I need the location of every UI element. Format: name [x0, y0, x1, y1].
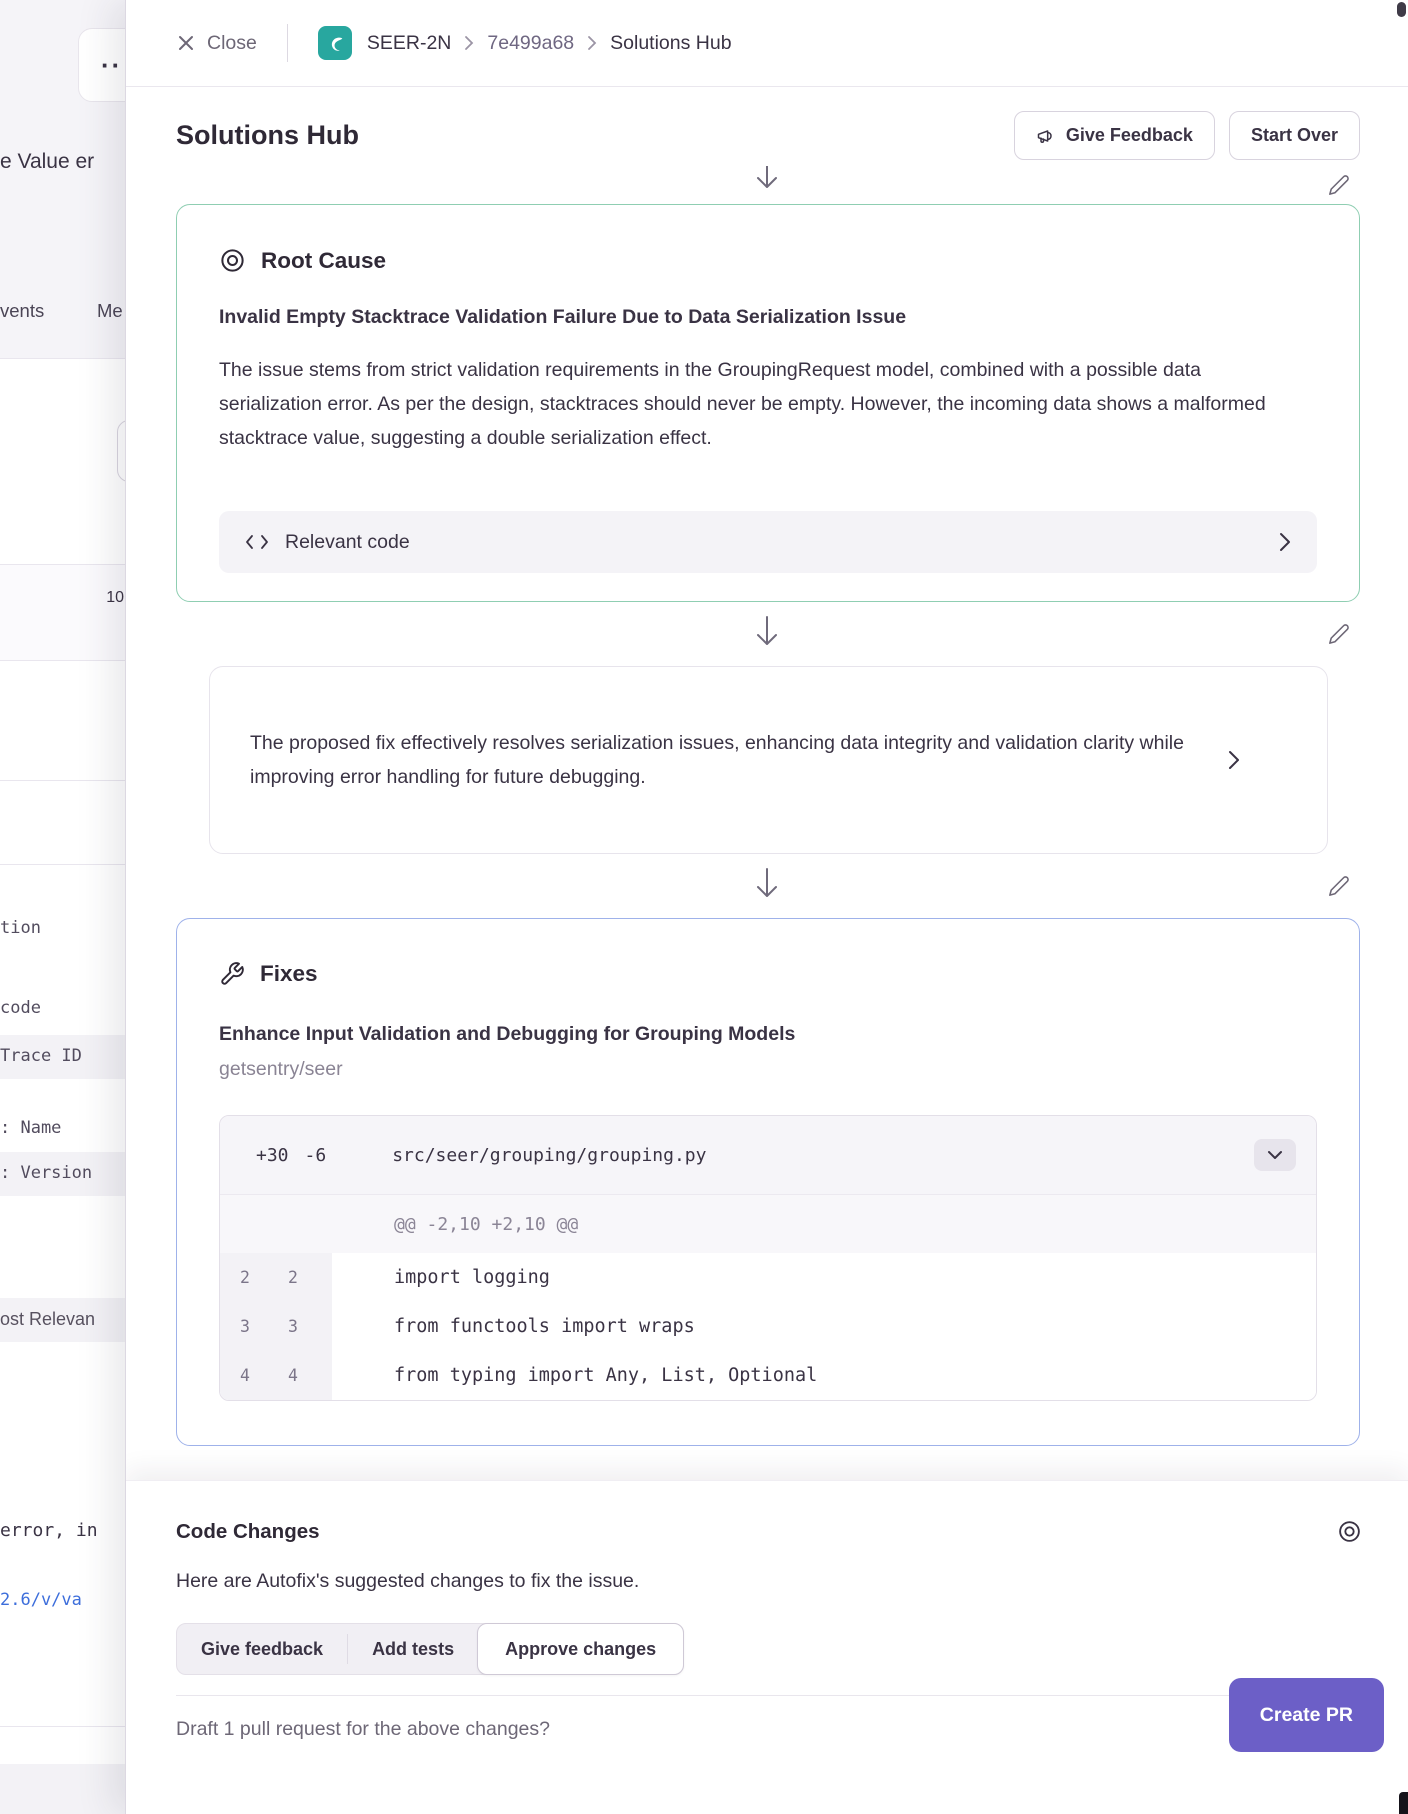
create-pr-button[interactable]: Create PR	[1229, 1678, 1384, 1752]
target-icon[interactable]	[1337, 1519, 1362, 1544]
chevron-down-icon	[1267, 1150, 1283, 1160]
diff-file-header: +30 -6 src/seer/grouping/grouping.py	[220, 1116, 1316, 1194]
arrow-down-icon	[754, 615, 780, 653]
close-icon	[176, 33, 196, 53]
insight-card[interactable]: The proposed fix effectively resolves se…	[209, 666, 1328, 854]
diff-filename: src/seer/grouping/grouping.py	[392, 1145, 706, 1166]
give-feedback-segment[interactable]: Give feedback	[177, 1624, 347, 1674]
seer-project-icon	[318, 26, 352, 60]
section-label-fragment: ost Relevan	[0, 1309, 95, 1330]
start-over-button[interactable]: Start Over	[1229, 111, 1360, 160]
code-changes-title: Code Changes	[176, 1520, 1337, 1544]
target-icon	[219, 247, 246, 274]
more-icon: ··	[101, 50, 122, 81]
chevron-right-icon	[587, 35, 597, 51]
start-over-label: Start Over	[1251, 125, 1338, 146]
breadcrumb-short-id[interactable]: 7e499a68	[487, 32, 574, 55]
fix-headline: Enhance Input Validation and Debugging f…	[219, 1023, 1317, 1046]
background-page: ·· e Value er vents Me 10 tion code Trac…	[0, 0, 126, 1814]
diff-deletions: -6	[305, 1145, 327, 1166]
diff-additions: +30	[256, 1145, 289, 1166]
relevant-code-label: Relevant code	[285, 531, 410, 554]
root-cause-title: Root Cause	[261, 248, 386, 274]
background-issue-title-fragment: e Value er	[0, 150, 94, 174]
page-title-row: Solutions Hub Give Feedback Start Over	[126, 87, 1408, 166]
diff-line-gutter: 44	[220, 1351, 332, 1400]
page-title: Solutions Hub	[176, 120, 1014, 151]
breadcrumb-project[interactable]: SEER-2N	[367, 32, 452, 55]
relevant-code-row[interactable]: Relevant code	[219, 511, 1317, 573]
chevron-right-icon	[464, 35, 474, 51]
label-trace-id: Trace ID	[0, 1046, 82, 1066]
fix-repo: getsentry/seer	[219, 1058, 1317, 1081]
edit-pencil-icon[interactable]	[1328, 875, 1350, 897]
give-feedback-button[interactable]: Give Feedback	[1014, 111, 1215, 160]
diff-line: 33 from functools import wraps	[220, 1302, 1316, 1351]
divider	[0, 660, 126, 661]
drawer-header: Close SEER-2N 7e499a68 Solutions Hub	[126, 0, 1408, 87]
code-changes-actions: Give feedback Add tests Approve changes	[176, 1623, 684, 1675]
flow-arrow-row	[126, 854, 1408, 918]
divider	[0, 1726, 126, 1727]
code-changes-description: Here are Autofix's suggested changes to …	[176, 1570, 1408, 1593]
give-feedback-label: Give Feedback	[1066, 125, 1193, 146]
diff-line-gutter: 22	[220, 1253, 332, 1302]
diff-hunk-row: @@ -2,10 +2,10 @@	[220, 1194, 1316, 1253]
approve-changes-segment[interactable]: Approve changes	[477, 1623, 684, 1675]
flow-arrow-row	[126, 166, 1408, 204]
diff-line-code: import logging	[332, 1253, 550, 1302]
arrow-down-icon	[754, 166, 780, 196]
divider	[0, 780, 126, 781]
root-cause-body: The issue stems from strict validation r…	[219, 353, 1284, 455]
footer-band	[0, 1764, 126, 1814]
label-fragment-tion: tion	[0, 918, 41, 938]
close-label: Close	[207, 32, 257, 55]
fixes-card: Fixes Enhance Input Validation and Debug…	[176, 918, 1360, 1446]
diff-hunk-header: @@ -2,10 +2,10 @@	[220, 1214, 578, 1235]
wrench-icon	[219, 961, 245, 987]
chevron-right-icon[interactable]	[1228, 750, 1240, 770]
row-value-fragment: 10	[0, 589, 124, 607]
flow-arrow-row	[126, 602, 1408, 666]
breadcrumb-current: Solutions Hub	[610, 32, 731, 55]
arrow-down-icon	[754, 867, 780, 905]
diff-line: 22 import logging	[220, 1253, 1316, 1302]
code-brackets-icon	[245, 533, 269, 551]
diff-file-box: +30 -6 src/seer/grouping/grouping.py @@ …	[219, 1115, 1317, 1401]
label-version: : Version	[0, 1163, 92, 1183]
tab-events-fragment[interactable]: vents	[0, 300, 44, 322]
tab-me-fragment[interactable]: Me	[97, 300, 123, 322]
label-fragment-code: code	[0, 998, 41, 1018]
divider	[0, 864, 126, 865]
megaphone-icon	[1036, 126, 1056, 146]
label-name: : Name	[0, 1118, 61, 1138]
solutions-hub-drawer: Close SEER-2N 7e499a68 Solutions Hub Sol…	[125, 0, 1408, 1814]
collapse-diff-button[interactable]	[1254, 1139, 1296, 1171]
scrollbar-thumb[interactable]	[1397, 2, 1406, 17]
close-button[interactable]: Close	[176, 32, 257, 55]
stacktrace-fragment: error, in	[0, 1520, 98, 1541]
scrollbar-end[interactable]	[1399, 1792, 1408, 1814]
root-cause-card: Root Cause Invalid Empty Stacktrace Vali…	[176, 204, 1360, 602]
root-cause-headline: Invalid Empty Stacktrace Validation Fail…	[219, 304, 1317, 331]
diff-line: 44 from typing import Any, List, Optiona…	[220, 1351, 1316, 1400]
chevron-right-icon	[1279, 532, 1291, 552]
insight-text: The proposed fix effectively resolves se…	[250, 726, 1210, 794]
divider	[287, 24, 288, 62]
edit-pencil-icon[interactable]	[1328, 623, 1350, 645]
code-changes-panel: Code Changes Here are Autofix's suggeste…	[126, 1480, 1408, 1814]
add-tests-segment[interactable]: Add tests	[348, 1624, 478, 1674]
draft-pr-row: Draft 1 pull request for the above chang…	[176, 1695, 1384, 1741]
diff-line-gutter: 33	[220, 1302, 332, 1351]
diff-line-code: from functools import wraps	[332, 1302, 695, 1351]
fixes-title: Fixes	[260, 961, 318, 987]
draft-pr-prompt: Draft 1 pull request for the above chang…	[176, 1718, 550, 1740]
table-row	[0, 565, 126, 660]
edit-pencil-icon[interactable]	[1328, 174, 1350, 196]
diff-line-code: from typing import Any, List, Optional	[332, 1351, 817, 1400]
stacktrace-link-fragment[interactable]: 2.6/v/va	[0, 1590, 82, 1610]
